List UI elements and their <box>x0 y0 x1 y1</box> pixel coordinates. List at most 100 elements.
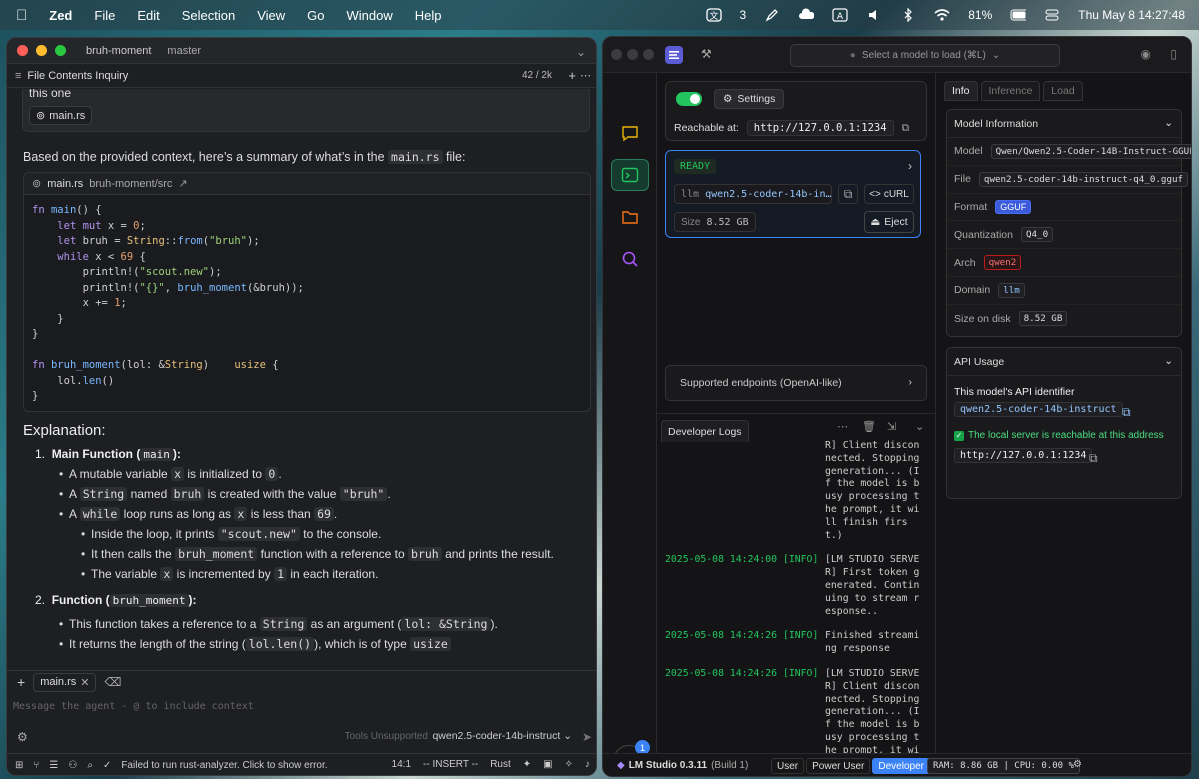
menu-help[interactable]: Help <box>415 8 442 23</box>
mode-developer[interactable]: Developer <box>872 758 930 774</box>
server-settings-button[interactable]: ⚙ Settings <box>714 89 785 109</box>
hamburger-icon[interactable]: ≡ <box>15 70 21 82</box>
minimize-window-button[interactable] <box>627 49 638 60</box>
panel-icon[interactable]: ⊞ <box>15 760 23 771</box>
apple-icon[interactable]:  <box>16 7 27 24</box>
loaded-model-id[interactable]: llm qwen2.5-coder-14b-in… <box>674 184 832 204</box>
close-window-button[interactable] <box>17 45 28 56</box>
model-information-header[interactable]: Model Information ⌄ <box>947 110 1181 138</box>
menu-selection[interactable]: Selection <box>182 8 235 23</box>
magic-wand-icon[interactable]: ⚒ <box>701 47 712 61</box>
menu-edit[interactable]: Edit <box>137 8 159 23</box>
pen-icon[interactable] <box>764 8 780 22</box>
zoom-window-button[interactable] <box>643 49 654 60</box>
send-icon[interactable]: ➤ <box>582 730 592 744</box>
tab-inference[interactable]: Inference <box>980 81 1041 101</box>
check-icon[interactable]: ✓ <box>103 760 111 771</box>
composer-context-chip[interactable]: main.rs ✕ <box>33 672 97 692</box>
status-error-message[interactable]: Failed to run rust-analyzer. Click to sh… <box>121 760 327 771</box>
close-icon[interactable]: ✕ <box>80 676 89 689</box>
git-icon[interactable]: ⑂ <box>33 760 39 771</box>
more-options-icon[interactable]: ⋯ <box>837 420 848 433</box>
mode-user[interactable]: User <box>771 758 805 774</box>
lmstudio-logo-icon <box>665 46 683 64</box>
eject-button[interactable]: ⏏ Eject <box>864 211 914 233</box>
gear-icon[interactable]: ⚙ <box>1073 759 1082 770</box>
wifi-icon[interactable] <box>934 8 950 22</box>
copy-icon[interactable]: ⧉ <box>838 184 858 204</box>
language-selector[interactable]: Rust <box>490 759 511 770</box>
open-link-icon[interactable]: ↗ <box>178 177 187 190</box>
control-center-icon[interactable] <box>1044 8 1060 22</box>
tab-info[interactable]: Info <box>944 81 978 101</box>
chevron-down-icon[interactable]: ⌄ <box>1164 355 1173 367</box>
close-window-button[interactable] <box>611 49 622 60</box>
eraser-icon[interactable]: ⌫ <box>104 675 121 689</box>
notification-count[interactable]: 3 <box>740 8 747 22</box>
menubar-app-name[interactable]: Zed <box>49 8 72 23</box>
supported-endpoints[interactable]: Supported endpoints (OpenAI-like) › <box>665 365 927 401</box>
api-usage-header[interactable]: API Usage ⌄ <box>947 348 1181 376</box>
menu-window[interactable]: Window <box>347 8 393 23</box>
chevron-down-icon[interactable]: ⌄ <box>576 45 586 59</box>
server-toggle[interactable] <box>676 92 702 106</box>
settings-icon[interactable]: ⚙ <box>17 730 28 744</box>
translate-icon[interactable]: 文 <box>705 8 722 22</box>
git-branch[interactable]: master <box>167 45 201 57</box>
outline-icon[interactable]: ☰ <box>49 760 58 771</box>
chevron-down-icon[interactable]: ⌄ <box>915 420 924 433</box>
folder-icon[interactable] <box>611 201 649 233</box>
menu-file[interactable]: File <box>94 8 115 23</box>
collab-icon[interactable]: ⚇ <box>68 760 77 771</box>
model-load-selector[interactable]: ● Select a model to load (⌘L) ⌄ <box>790 44 1060 67</box>
battery-icon[interactable] <box>1010 8 1027 22</box>
info-label: Model <box>954 145 983 158</box>
api-identifier[interactable]: qwen2.5-coder-14b-instruct <box>954 402 1123 417</box>
search-icon[interactable] <box>611 243 649 275</box>
input-source-icon[interactable]: A <box>832 8 848 22</box>
context-chip[interactable]: ⊚ main.rs <box>29 106 93 125</box>
add-context-button[interactable]: + <box>17 674 25 690</box>
message-input[interactable]: Message the agent - @ to include context <box>7 693 596 712</box>
log-output[interactable]: R] Client discon nected. Stopping genera… <box>665 440 933 756</box>
reachable-url[interactable]: http://127.0.0.1:1234 <box>746 120 894 136</box>
search-icon[interactable]: ⌕ <box>87 760 93 771</box>
cursor-position[interactable]: 14:1 <box>392 759 411 770</box>
menubar-clock[interactable]: Thu May 8 14:27:48 <box>1078 8 1185 22</box>
minimize-window-button[interactable] <box>36 45 47 56</box>
loaded-model-card[interactable]: READY › llm qwen2.5-coder-14b-in… ⧉ <> cUR… <box>665 150 921 238</box>
menu-view[interactable]: View <box>257 8 285 23</box>
new-thread-button[interactable]: + <box>568 68 576 83</box>
chevron-right-icon[interactable]: › <box>908 159 912 173</box>
copy-icon[interactable]: ⧉ <box>1122 405 1131 420</box>
zoom-window-button[interactable] <box>55 45 66 56</box>
bell-icon[interactable]: ♪ <box>585 759 590 770</box>
terminal-icon[interactable]: ▣ <box>543 759 552 770</box>
assistant-icon[interactable]: ✧ <box>565 759 573 770</box>
bluetooth-icon[interactable] <box>900 8 916 22</box>
developer-icon[interactable] <box>611 159 649 191</box>
discord-icon[interactable]: ◉ <box>1141 47 1151 61</box>
more-options-icon[interactable]: ⋯ <box>580 69 591 82</box>
chat-icon[interactable] <box>611 117 649 149</box>
volume-icon[interactable] <box>866 8 882 22</box>
trash-icon[interactable]: 🗑 <box>862 420 876 433</box>
chevron-down-icon[interactable]: ⌄ <box>1164 117 1173 129</box>
code-file-name[interactable]: main.rs <box>47 178 83 190</box>
menu-go[interactable]: Go <box>307 8 324 23</box>
export-icon[interactable]: ⇲ <box>887 420 896 433</box>
battery-percent[interactable]: 81% <box>968 8 992 22</box>
project-name[interactable]: bruh-moment <box>86 45 151 57</box>
cloud-icon[interactable] <box>798 8 815 22</box>
copy-icon[interactable]: ⧉ <box>902 122 910 135</box>
mode-power-user[interactable]: Power User <box>806 758 871 774</box>
info-row-quantization: Quantization Q4_0 <box>947 221 1181 250</box>
api-url[interactable]: http://127.0.0.1:1234 <box>954 448 1093 463</box>
ai-icon[interactable]: ✦ <box>523 759 531 770</box>
model-selector[interactable]: qwen2.5-coder-14b-instruct ⌄ <box>432 730 572 742</box>
sidebar-toggle-icon[interactable]: ▯ <box>1170 47 1177 61</box>
tab-load[interactable]: Load <box>1043 81 1083 101</box>
tab-developer-logs[interactable]: Developer Logs <box>661 420 749 442</box>
curl-button[interactable]: <> cURL <box>864 184 914 204</box>
copy-icon[interactable]: ⧉ <box>1089 451 1098 466</box>
